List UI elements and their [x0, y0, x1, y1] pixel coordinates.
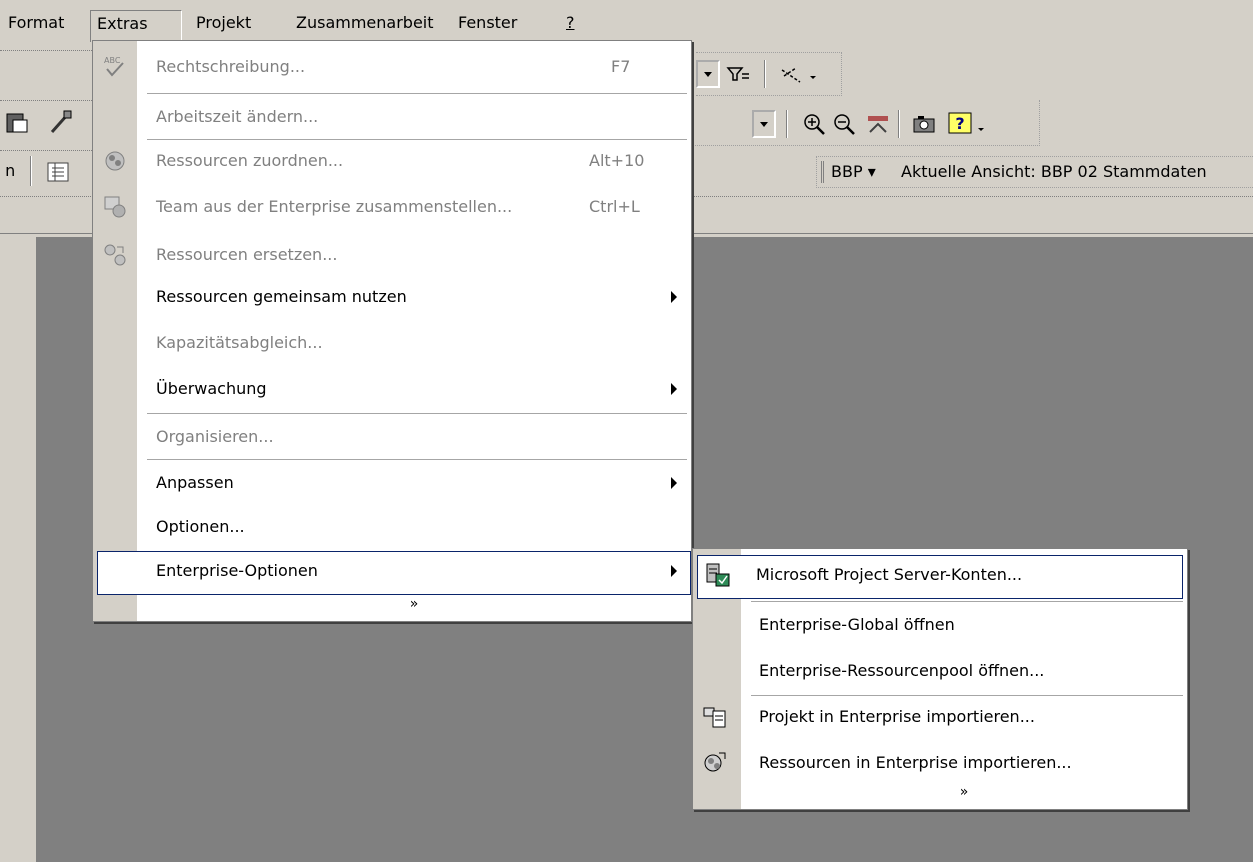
- assign-resources-icon: [105, 151, 125, 171]
- import-project-icon: [703, 707, 726, 728]
- menu-zusammenarbeit[interactable]: Zusammenarbeit: [290, 12, 440, 36]
- paste-button[interactable]: [4, 108, 32, 136]
- menu-projekt[interactable]: Projekt: [190, 12, 257, 36]
- menu-item-server-konten[interactable]: Microsoft Project Server-Konten...: [697, 555, 1183, 599]
- toolbar-grip[interactable]: [821, 161, 824, 183]
- menu-item-projekt-importieren[interactable]: Projekt in Enterprise importieren...: [693, 697, 1187, 741]
- enterprise-options-submenu: Microsoft Project Server-Konten... Enter…: [692, 548, 1188, 810]
- submenu-arrow-icon: [671, 477, 677, 489]
- menu-item-ressourcen-zuordnen[interactable]: Ressourcen zuordnen... Alt+10: [93, 141, 691, 185]
- menu-item-enterprise-global[interactable]: Enterprise-Global öffnen: [693, 605, 1187, 649]
- menu-item-enterprise-optionen[interactable]: Enterprise-Optionen: [97, 551, 691, 595]
- extras-menu: ABC Rechtschreibung... F7 Arbeitszeit än…: [92, 40, 692, 622]
- menu-item-ressourcen-ersetzen[interactable]: Ressourcen ersetzen...: [93, 235, 691, 279]
- server-accounts-icon: [706, 563, 730, 587]
- clipboard-icon: [6, 113, 28, 133]
- menu-help[interactable]: ?: [560, 12, 581, 36]
- menu-extras[interactable]: Extras: [90, 10, 182, 42]
- menu-separator: [147, 93, 687, 94]
- substitute-resources-icon: [104, 244, 126, 266]
- menu-expand-chevron[interactable]: »: [137, 591, 691, 619]
- menu-fenster[interactable]: Fenster: [452, 12, 523, 36]
- format-painter-button[interactable]: [46, 108, 74, 136]
- menu-item-organisieren[interactable]: Organisieren...: [93, 417, 691, 461]
- import-resources-icon: [704, 752, 726, 772]
- menu-item-optionen[interactable]: Optionen...: [93, 507, 691, 551]
- menu-separator: [147, 459, 687, 460]
- toolbar-edge: [0, 50, 92, 78]
- resource-view-dropdown[interactable]: BBP ▾: [831, 159, 876, 185]
- workspace-left-strip: [0, 237, 36, 862]
- menu-item-anpassen[interactable]: Anpassen: [93, 463, 691, 507]
- submenu-arrow-icon: [671, 383, 677, 395]
- menu-format[interactable]: Format: [2, 12, 70, 36]
- build-team-icon: [104, 196, 126, 218]
- menu-bar: Format Extras Projekt Zusammenarbeit Fen…: [0, 0, 1253, 42]
- paintbrush-icon: [50, 110, 72, 133]
- view-list-button[interactable]: [44, 158, 72, 186]
- menu-separator: [147, 413, 687, 414]
- toolbar-edge: [0, 150, 92, 151]
- view-toolbar: BBP ▾ Aktuelle Ansicht: BBP 02 Stammdate…: [816, 156, 1253, 188]
- menu-item-ressourcen-gemeinsam[interactable]: Ressourcen gemeinsam nutzen: [93, 277, 691, 321]
- menu-separator: [751, 601, 1183, 602]
- submenu-arrow-icon: [671, 565, 677, 577]
- menu-item-ueberwachung[interactable]: Überwachung: [93, 369, 691, 413]
- menu-separator: [751, 695, 1183, 696]
- toolbar-frame: [696, 52, 842, 96]
- menu-item-team-zusammenstellen[interactable]: Team aus der Enterprise zusammenstellen.…: [93, 187, 691, 231]
- svg-text:ABC: ABC: [104, 56, 121, 65]
- toolbar-separator: [30, 156, 32, 186]
- spellcheck-icon: ABC: [104, 56, 124, 77]
- list-view-icon: [47, 162, 69, 182]
- menu-item-rechtschreibung[interactable]: ABC Rechtschreibung... F7: [93, 47, 691, 91]
- truncated-button[interactable]: n: [0, 158, 26, 184]
- toolbar-frame: [692, 100, 1040, 146]
- menu-item-ressourcenpool[interactable]: Enterprise-Ressourcenpool öffnen...: [693, 651, 1187, 695]
- menu-separator: [147, 139, 687, 140]
- menu-item-kapazitaetsabgleich[interactable]: Kapazitätsabgleich...: [93, 323, 691, 367]
- current-view-label: Aktuelle Ansicht: BBP 02 Stammdaten: [901, 162, 1207, 181]
- submenu-arrow-icon: [671, 291, 677, 303]
- toolbar-edge: [0, 100, 92, 101]
- menu-item-arbeitszeit[interactable]: Arbeitszeit ändern...: [93, 97, 691, 141]
- menu-expand-chevron[interactable]: »: [741, 779, 1187, 807]
